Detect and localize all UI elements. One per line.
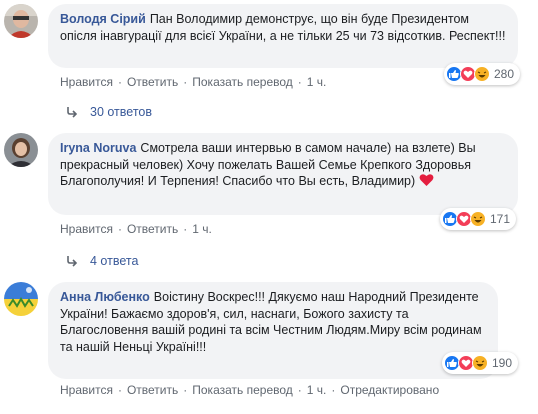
- avatar[interactable]: [4, 282, 38, 316]
- reply-button[interactable]: Ответить: [127, 383, 178, 397]
- replies-count: 30 ответов: [90, 105, 152, 119]
- reaction-count: 171: [490, 212, 511, 226]
- comment-bubble: Iryna Noruva Смотрела ваши интервью в сам…: [48, 133, 518, 215]
- like-button[interactable]: Нравится: [60, 222, 113, 236]
- view-replies-link[interactable]: 30 ответов: [66, 105, 152, 119]
- translate-button[interactable]: Показать перевод: [192, 75, 293, 89]
- view-replies-link[interactable]: 4 ответа: [66, 254, 138, 268]
- reaction-summary[interactable]: 171: [440, 208, 517, 230]
- timestamp[interactable]: 1 ч.: [307, 383, 327, 397]
- reply-arrow-icon: [67, 256, 78, 267]
- like-button[interactable]: Нравится: [60, 75, 113, 89]
- timestamp[interactable]: 1 ч.: [192, 222, 212, 236]
- edited-label[interactable]: Отредактировано: [340, 383, 439, 397]
- translate-button[interactable]: Показать перевод: [192, 383, 293, 397]
- reaction-summary[interactable]: 190: [442, 352, 519, 374]
- reaction-count: 280: [494, 67, 515, 81]
- avatar[interactable]: [4, 4, 38, 38]
- haha-icon: [470, 211, 486, 227]
- comment-author[interactable]: Iryna Noruva: [60, 141, 136, 155]
- haha-icon: [474, 66, 490, 82]
- avatar[interactable]: [4, 133, 38, 167]
- avatar-photo-icon: [4, 4, 38, 38]
- comment-author[interactable]: Володя Сірий: [60, 12, 146, 26]
- comment-actions: Нравится · Ответить · Показать перевод · 1 …: [60, 75, 327, 89]
- like-button[interactable]: Нравится: [60, 383, 113, 397]
- reaction-summary[interactable]: 280: [444, 63, 521, 85]
- comment-bubble: Анна Любенко Воістину Воскрес!!! Дякуємо …: [48, 282, 498, 379]
- reply-button[interactable]: Ответить: [127, 75, 178, 89]
- comment-actions: Нравится · Ответить · Показать перевод · 1 …: [60, 383, 440, 397]
- avatar-photo-icon: [4, 133, 38, 167]
- timestamp[interactable]: 1 ч.: [307, 75, 327, 89]
- comment-bubble: Володя Сірий Пан Володимир демонструє, що…: [48, 4, 518, 68]
- reply-arrow-icon: [67, 107, 78, 118]
- reply-button[interactable]: Ответить: [127, 222, 178, 236]
- replies-count: 4 ответа: [90, 254, 139, 268]
- haha-icon: [472, 355, 488, 371]
- comment-actions: Нравится · Ответить · 1 ч.: [60, 222, 212, 236]
- avatar-photo-icon: [4, 282, 38, 316]
- reaction-count: 190: [492, 356, 513, 370]
- comment-author[interactable]: Анна Любенко: [60, 290, 150, 304]
- heart-emoji-icon: [419, 174, 434, 186]
